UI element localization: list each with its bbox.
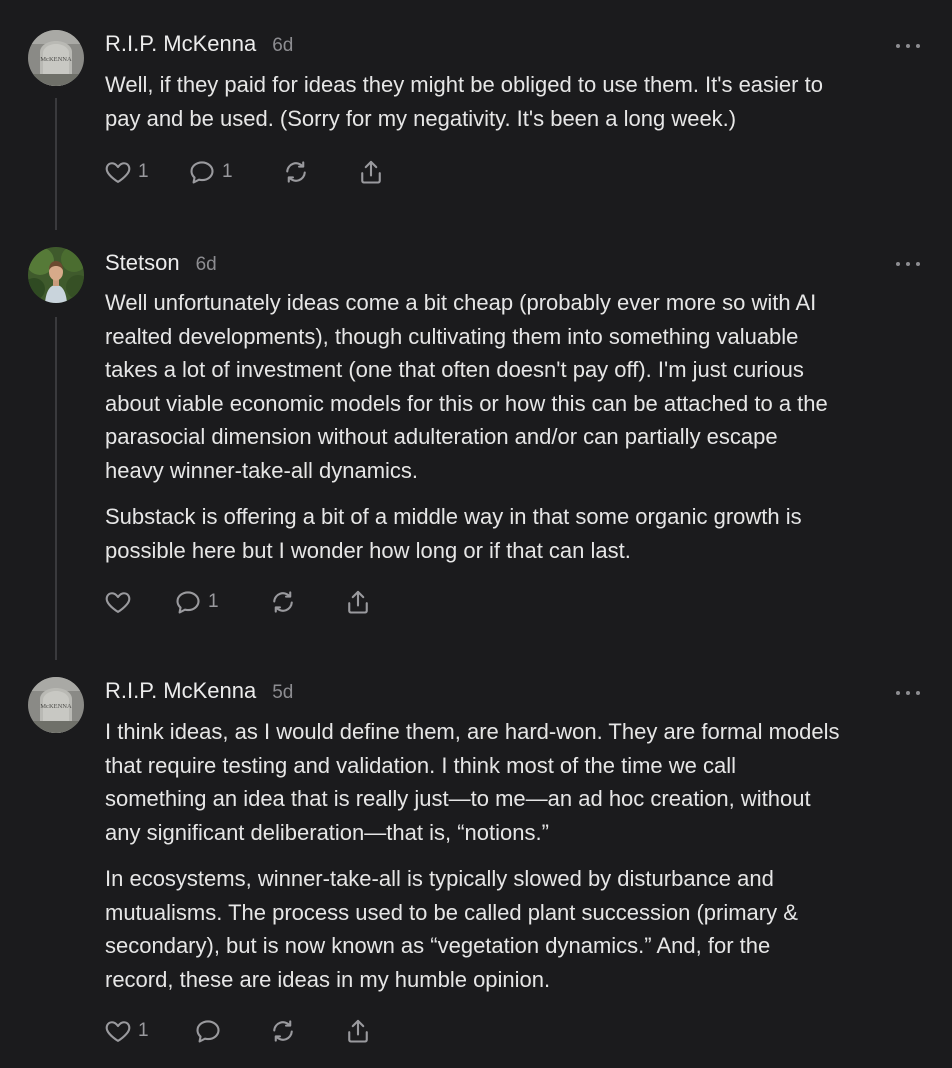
restack-button[interactable] (269, 587, 297, 617)
share-button[interactable] (344, 1016, 372, 1046)
comment-actions: 1 (104, 1016, 404, 1046)
like-button[interactable]: 1 (104, 157, 149, 187)
reply-button[interactable]: 1 (188, 157, 233, 187)
comment-body: I think ideas, as I would define them, a… (105, 715, 925, 996)
reply-count: 1 (208, 591, 219, 612)
like-count: 1 (138, 1020, 149, 1041)
comment-header: R.I.P. McKenna 6d (105, 31, 293, 61)
share-icon (344, 1017, 372, 1045)
reply-count: 1 (222, 161, 233, 182)
author-name[interactable]: R.I.P. McKenna (105, 31, 256, 57)
heart-icon (104, 1017, 132, 1045)
gravestone-avatar-image: McKENNA (28, 30, 84, 86)
comment-paragraph: Well, if they paid for ideas they might … (105, 72, 823, 131)
more-options-icon[interactable] (896, 689, 920, 697)
more-options-icon[interactable] (896, 260, 920, 268)
restack-button[interactable] (269, 1016, 297, 1046)
avatar[interactable]: McKENNA (28, 30, 84, 86)
comment-icon (174, 588, 202, 616)
avatar-inscription: McKENNA (40, 703, 72, 710)
comment-icon (194, 1017, 222, 1045)
timestamp[interactable]: 6d (196, 254, 217, 276)
reply-button[interactable] (194, 1016, 228, 1046)
comment-paragraph: I think ideas, as I would define them, a… (105, 719, 840, 845)
more-options-icon[interactable] (896, 42, 920, 50)
like-button[interactable]: 1 (104, 1016, 149, 1046)
gravestone-avatar-image: McKENNA (28, 677, 84, 733)
timestamp[interactable]: 5d (272, 682, 293, 704)
like-count: 1 (138, 161, 149, 182)
thread-line (55, 317, 57, 660)
heart-icon (104, 158, 132, 186)
avatar[interactable] (28, 247, 84, 303)
comment-paragraph: In ecosystems, winner-take-all is typica… (105, 866, 798, 992)
comment-icon (188, 158, 216, 186)
share-button[interactable] (344, 587, 372, 617)
timestamp[interactable]: 6d (272, 35, 293, 57)
restack-button[interactable] (282, 157, 310, 187)
like-button[interactable] (104, 587, 138, 617)
author-name[interactable]: Stetson (105, 250, 180, 276)
comment-header: Stetson 6d (105, 250, 217, 280)
avatar[interactable]: McKENNA (28, 677, 84, 733)
heart-icon (104, 588, 132, 616)
reply-button[interactable]: 1 (174, 587, 219, 617)
share-icon (357, 158, 385, 186)
thread-line (55, 98, 57, 230)
comment-body: Well unfortunately ideas come a bit chea… (105, 286, 925, 567)
comment-paragraph: Substack is offering a bit of a middle w… (105, 504, 802, 563)
author-name[interactable]: R.I.P. McKenna (105, 678, 256, 704)
share-icon (344, 588, 372, 616)
comment-paragraph: Well unfortunately ideas come a bit chea… (105, 290, 828, 483)
comment-actions: 1 1 (104, 157, 404, 187)
profile-photo (28, 247, 84, 303)
restack-icon (269, 588, 297, 616)
restack-icon (282, 158, 310, 186)
comment-body: Well, if they paid for ideas they might … (105, 68, 925, 135)
restack-icon (269, 1017, 297, 1045)
avatar-inscription: McKENNA (40, 56, 72, 63)
comment-actions: 1 (104, 587, 404, 617)
comment-header: R.I.P. McKenna 5d (105, 678, 293, 708)
share-button[interactable] (357, 157, 385, 187)
